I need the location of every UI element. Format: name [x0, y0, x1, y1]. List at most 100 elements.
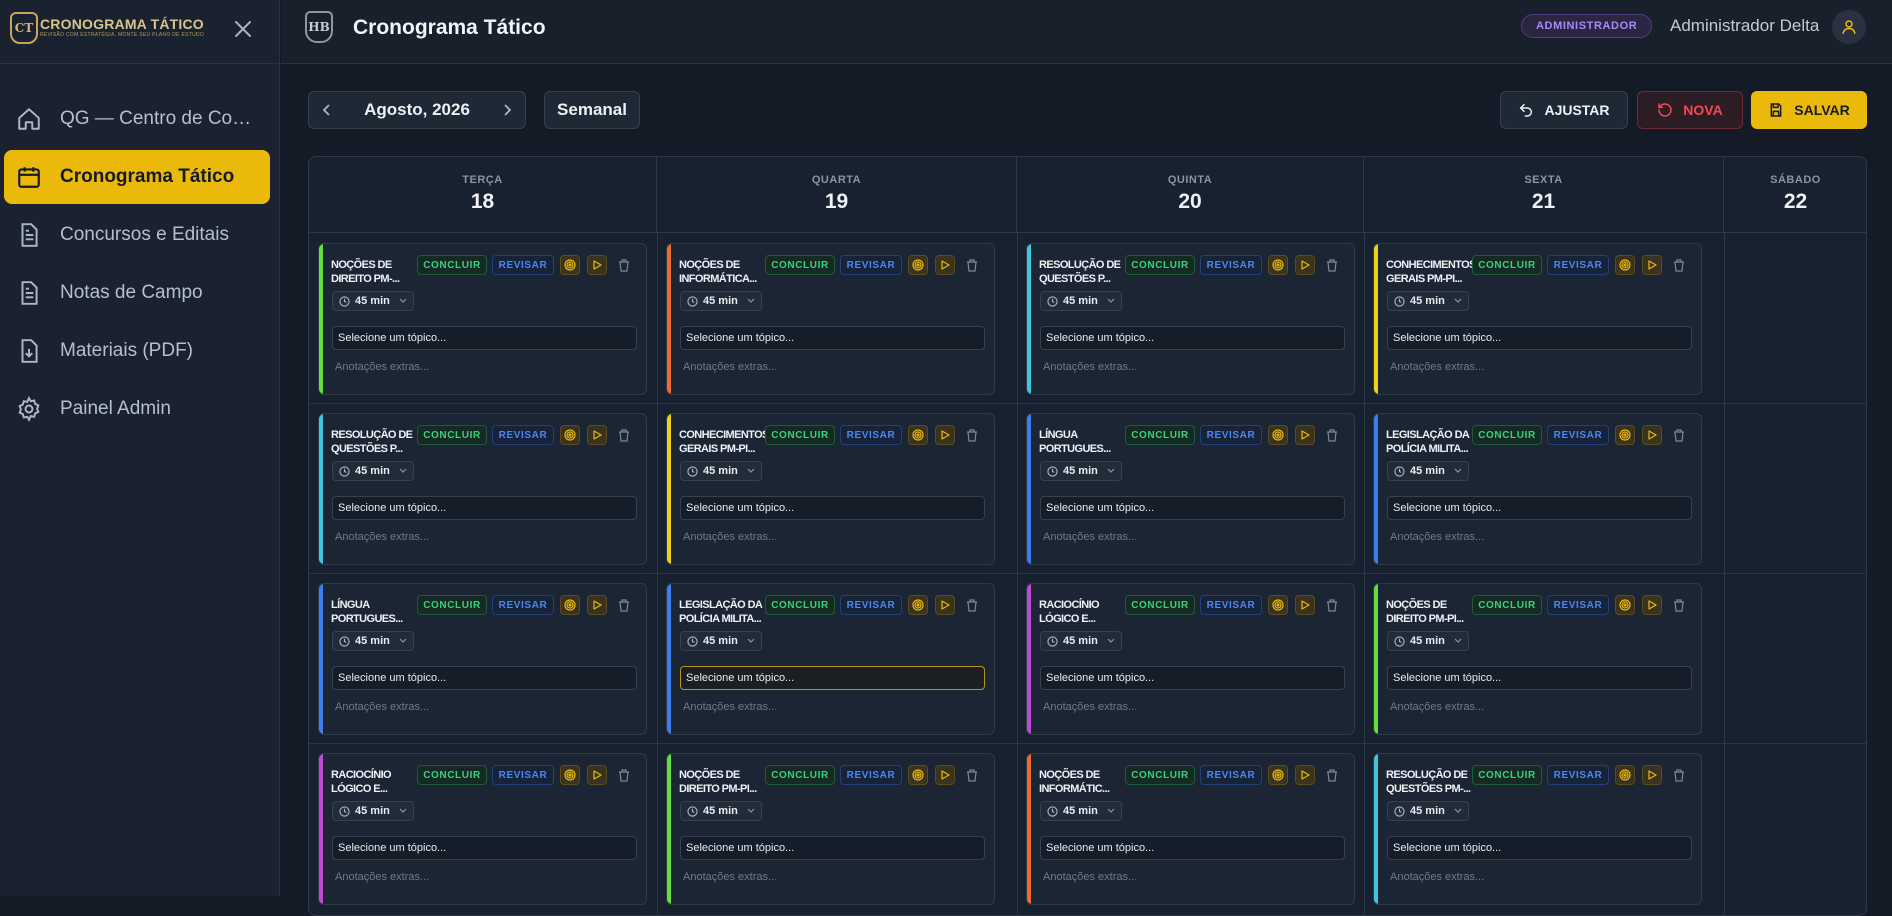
- topic-select[interactable]: Selecione um tópico...: [680, 666, 985, 690]
- duration-select[interactable]: 45 min: [1040, 801, 1122, 821]
- concluir-button[interactable]: CONCLUIR: [1125, 765, 1195, 785]
- delete-block-button[interactable]: [962, 255, 982, 275]
- revisar-button[interactable]: REVISAR: [1547, 595, 1609, 615]
- delete-block-button[interactable]: [1669, 765, 1689, 785]
- delete-block-button[interactable]: [614, 765, 634, 785]
- start-timer-button[interactable]: [1642, 595, 1662, 615]
- revisar-button[interactable]: REVISAR: [1200, 765, 1262, 785]
- study-block-card[interactable]: CONHECIMENTOS GERAIS PM-PI... CONCLUIR REV…: [1373, 243, 1702, 395]
- focus-target-button[interactable]: [1615, 425, 1635, 445]
- duration-select[interactable]: 45 min: [680, 801, 762, 821]
- start-timer-button[interactable]: [587, 425, 607, 445]
- duration-select[interactable]: 45 min: [680, 291, 762, 311]
- delete-block-button[interactable]: [614, 255, 634, 275]
- concluir-button[interactable]: CONCLUIR: [1125, 425, 1195, 445]
- duration-select[interactable]: 45 min: [332, 631, 414, 651]
- focus-target-button[interactable]: [908, 595, 928, 615]
- focus-target-button[interactable]: [1268, 595, 1288, 615]
- concluir-button[interactable]: CONCLUIR: [417, 255, 487, 275]
- study-block-card[interactable]: NOÇÕES DE DIREITO PM-... CONCLUIR REVISAR 4…: [318, 243, 647, 395]
- delete-block-button[interactable]: [1322, 595, 1342, 615]
- study-block-card[interactable]: RESOLUÇÃO DE QUESTÕES P... CONCLUIR REVISA…: [1026, 243, 1355, 395]
- delete-block-button[interactable]: [1669, 255, 1689, 275]
- notes-input[interactable]: Anotações extras...: [1390, 531, 1484, 543]
- nova-button[interactable]: NOVA: [1637, 91, 1743, 129]
- notes-input[interactable]: Anotações extras...: [683, 361, 777, 373]
- start-timer-button[interactable]: [1295, 255, 1315, 275]
- start-timer-button[interactable]: [1642, 255, 1662, 275]
- topic-select[interactable]: Selecione um tópico...: [1040, 836, 1345, 860]
- concluir-button[interactable]: CONCLUIR: [1472, 595, 1542, 615]
- concluir-button[interactable]: CONCLUIR: [417, 765, 487, 785]
- prev-month-button[interactable]: [317, 100, 337, 120]
- notes-input[interactable]: Anotações extras...: [683, 871, 777, 883]
- revisar-button[interactable]: REVISAR: [1547, 765, 1609, 785]
- revisar-button[interactable]: REVISAR: [492, 765, 554, 785]
- delete-block-button[interactable]: [1322, 255, 1342, 275]
- ajustar-button[interactable]: AJUSTAR: [1500, 91, 1628, 129]
- focus-target-button[interactable]: [1615, 255, 1635, 275]
- focus-target-button[interactable]: [1615, 595, 1635, 615]
- notes-input[interactable]: Anotações extras...: [1390, 701, 1484, 713]
- start-timer-button[interactable]: [935, 765, 955, 785]
- sidebar-item-notas[interactable]: Notas de Campo: [4, 266, 270, 320]
- study-block-card[interactable]: NOÇÕES DE INFORMÁTIC... CONCLUIR REVISAR 45…: [1026, 753, 1355, 905]
- study-block-card[interactable]: LEGISLAÇÃO DA POLÍCIA MILITA... CONCLUIR R…: [1373, 413, 1702, 565]
- focus-target-button[interactable]: [560, 425, 580, 445]
- salvar-button[interactable]: SALVAR: [1751, 91, 1867, 129]
- concluir-button[interactable]: CONCLUIR: [765, 425, 835, 445]
- revisar-button[interactable]: REVISAR: [492, 255, 554, 275]
- topic-select[interactable]: Selecione um tópico...: [332, 666, 637, 690]
- focus-target-button[interactable]: [560, 595, 580, 615]
- concluir-button[interactable]: CONCLUIR: [1472, 425, 1542, 445]
- revisar-button[interactable]: REVISAR: [840, 765, 902, 785]
- delete-block-button[interactable]: [1669, 425, 1689, 445]
- close-sidebar-button[interactable]: [228, 14, 258, 44]
- notes-input[interactable]: Anotações extras...: [683, 531, 777, 543]
- revisar-button[interactable]: REVISAR: [1200, 425, 1262, 445]
- concluir-button[interactable]: CONCLUIR: [1125, 255, 1195, 275]
- duration-select[interactable]: 45 min: [332, 291, 414, 311]
- duration-select[interactable]: 45 min: [1040, 461, 1122, 481]
- duration-select[interactable]: 45 min: [1040, 291, 1122, 311]
- notes-input[interactable]: Anotações extras...: [1043, 871, 1137, 883]
- study-block-card[interactable]: CONHECIMENTOS GERAIS PM-PI... CONCLUIR REV…: [666, 413, 995, 565]
- revisar-button[interactable]: REVISAR: [1547, 255, 1609, 275]
- start-timer-button[interactable]: [587, 255, 607, 275]
- delete-block-button[interactable]: [962, 595, 982, 615]
- start-timer-button[interactable]: [935, 425, 955, 445]
- revisar-button[interactable]: REVISAR: [492, 425, 554, 445]
- start-timer-button[interactable]: [935, 255, 955, 275]
- focus-target-button[interactable]: [560, 765, 580, 785]
- study-block-card[interactable]: RACIOCÍNIO LÓGICO E... CONCLUIR REVISAR 45 …: [1026, 583, 1355, 735]
- study-block-card[interactable]: LÍNGUA PORTUGUES... CONCLUIR REVISAR 45 min…: [1026, 413, 1355, 565]
- delete-block-button[interactable]: [614, 425, 634, 445]
- revisar-button[interactable]: REVISAR: [492, 595, 554, 615]
- duration-select[interactable]: 45 min: [680, 631, 762, 651]
- focus-target-button[interactable]: [1268, 765, 1288, 785]
- sidebar-item-qg[interactable]: QG — Centro de Comando: [4, 92, 270, 146]
- duration-select[interactable]: 45 min: [1387, 291, 1469, 311]
- view-mode-selector[interactable]: Semanal: [544, 91, 640, 129]
- notes-input[interactable]: Anotações extras...: [683, 701, 777, 713]
- topic-select[interactable]: Selecione um tópico...: [1040, 326, 1345, 350]
- duration-select[interactable]: 45 min: [680, 461, 762, 481]
- revisar-button[interactable]: REVISAR: [840, 595, 902, 615]
- start-timer-button[interactable]: [1295, 765, 1315, 785]
- concluir-button[interactable]: CONCLUIR: [1472, 255, 1542, 275]
- topic-select[interactable]: Selecione um tópico...: [680, 326, 985, 350]
- start-timer-button[interactable]: [1642, 425, 1662, 445]
- topic-select[interactable]: Selecione um tópico...: [680, 836, 985, 860]
- delete-block-button[interactable]: [614, 595, 634, 615]
- topic-select[interactable]: Selecione um tópico...: [332, 496, 637, 520]
- topic-select[interactable]: Selecione um tópico...: [1387, 496, 1692, 520]
- topic-select[interactable]: Selecione um tópico...: [1387, 666, 1692, 690]
- focus-target-button[interactable]: [1268, 425, 1288, 445]
- sidebar-item-cronograma[interactable]: Cronograma Tático: [4, 150, 270, 204]
- start-timer-button[interactable]: [587, 765, 607, 785]
- topic-select[interactable]: Selecione um tópico...: [332, 326, 637, 350]
- concluir-button[interactable]: CONCLUIR: [765, 255, 835, 275]
- revisar-button[interactable]: REVISAR: [1547, 425, 1609, 445]
- focus-target-button[interactable]: [1268, 255, 1288, 275]
- revisar-button[interactable]: REVISAR: [1200, 255, 1262, 275]
